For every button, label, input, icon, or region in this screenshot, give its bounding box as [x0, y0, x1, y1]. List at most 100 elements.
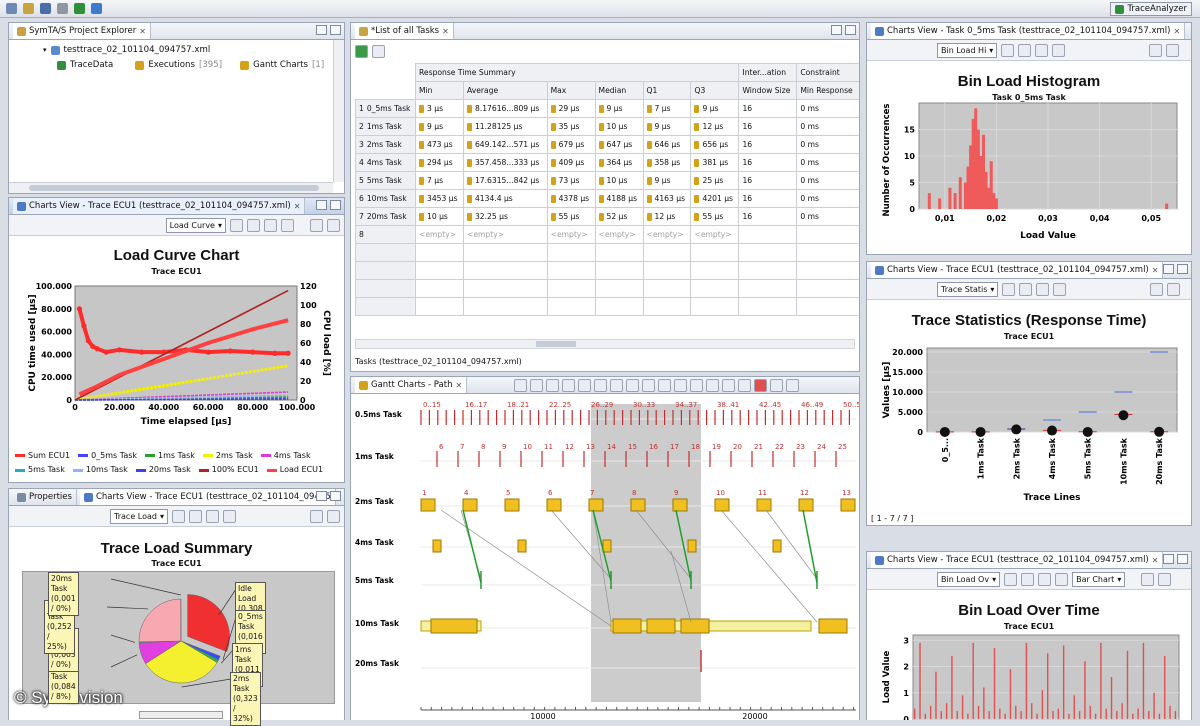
minimize-icon[interactable] — [831, 25, 842, 35]
table-cell[interactable]: 10 µs — [416, 208, 464, 226]
table-cell[interactable]: <empty> — [643, 226, 691, 244]
job-bar[interactable] — [463, 499, 477, 511]
column-header[interactable]: Average — [463, 82, 547, 100]
tree-item[interactable]: Gantt Charts[1] — [226, 58, 324, 73]
legend-item[interactable]: 10ms Task — [73, 463, 128, 477]
minimize-icon[interactable] — [1163, 554, 1174, 564]
job-bar[interactable] — [589, 499, 603, 511]
close-icon[interactable]: ✕ — [1152, 556, 1159, 565]
table-cell[interactable]: <empty> — [595, 226, 643, 244]
column-header[interactable]: Min Response — [797, 82, 860, 100]
tab-properties[interactable]: Properties — [13, 489, 77, 505]
refresh-icon[interactable] — [1004, 573, 1017, 586]
table-cell[interactable]: <empty> — [691, 226, 739, 244]
filter-icon[interactable] — [594, 379, 607, 392]
table-row[interactable]: 55ms Task7 µs17.6315...842 µs73 µs10 µs9… — [356, 172, 860, 190]
table-cell[interactable]: 646 µs — [643, 136, 691, 154]
cursor-icon[interactable] — [722, 379, 735, 392]
table-cell[interactable]: 25 µs — [691, 172, 739, 190]
table-row[interactable]: 44ms Task294 µs357.458...333 µs409 µs364… — [356, 154, 860, 172]
pin-icon[interactable] — [1158, 573, 1171, 586]
chart-type-select[interactable]: Load Curve▾ — [166, 218, 226, 233]
clear-icon[interactable] — [770, 379, 783, 392]
table-cell[interactable]: 11.28125 µs — [463, 118, 547, 136]
job-bar[interactable] — [688, 540, 696, 552]
table-row[interactable]: 720ms Task10 µs32.25 µs55 µs52 µs12 µs55… — [356, 208, 860, 226]
column-header[interactable]: Max — [547, 82, 595, 100]
pin-icon[interactable] — [327, 219, 340, 232]
tree-item[interactable]: TraceData — [43, 58, 117, 73]
new-icon[interactable] — [6, 3, 17, 14]
zoom-out-icon[interactable] — [626, 379, 639, 392]
vertical-scrollbar[interactable] — [333, 40, 344, 182]
horizontal-scrollbar[interactable] — [139, 711, 223, 719]
table-cell[interactable]: 8.17616...809 µs — [463, 100, 547, 118]
pie-slice[interactable] — [188, 594, 230, 651]
refresh-icon[interactable] — [230, 219, 243, 232]
job-bar[interactable] — [518, 540, 526, 552]
tree-item[interactable]: Executions[395] — [121, 58, 222, 73]
maximize-icon[interactable] — [330, 200, 341, 210]
export-icon[interactable] — [74, 3, 85, 14]
path-icon[interactable] — [562, 379, 575, 392]
minimize-icon[interactable] — [316, 491, 327, 501]
table-cell[interactable]: 12 µs — [643, 208, 691, 226]
table-cell[interactable]: 16 — [739, 136, 797, 154]
close-icon[interactable]: ✕ — [294, 202, 301, 211]
minimize-icon[interactable] — [316, 25, 327, 35]
tab-tasks-footer[interactable]: Tasks (testtrace_02_101104_094757.xml) — [355, 357, 522, 366]
tab-bin-time[interactable]: Charts View - Trace ECU1 (testtrace_02_1… — [871, 552, 1163, 568]
job-bar[interactable] — [647, 619, 675, 633]
column-header[interactable]: Median — [595, 82, 643, 100]
job-bar[interactable] — [505, 499, 519, 511]
table-cell[interactable]: 3 µs — [416, 100, 464, 118]
table-cell[interactable]: 9 µs — [595, 100, 643, 118]
collapse-icon[interactable]: ▾ — [43, 46, 47, 54]
refresh-icon[interactable] — [546, 379, 559, 392]
table-row[interactable]: 10_5ms Task3 µs8.17616...809 µs29 µs9 µs… — [356, 100, 860, 118]
table-cell[interactable]: 10 µs — [595, 172, 643, 190]
legend-item[interactable]: 4ms Task — [261, 449, 311, 463]
zoom-fit-icon[interactable] — [642, 379, 655, 392]
close-icon[interactable]: ✕ — [442, 27, 449, 36]
table-icon[interactable] — [1021, 573, 1034, 586]
job-bar[interactable] — [799, 499, 813, 511]
table-cell[interactable]: 9 µs — [643, 118, 691, 136]
table-cell[interactable]: 16 — [739, 190, 797, 208]
table-icon[interactable] — [514, 379, 527, 392]
column-header[interactable]: Q3 — [691, 82, 739, 100]
table-cell[interactable]: 52 µs — [595, 208, 643, 226]
table-cell[interactable]: <empty> — [416, 226, 464, 244]
table-cell[interactable]: <empty> — [547, 226, 595, 244]
job-bar[interactable] — [547, 499, 561, 511]
table-cell[interactable]: 7 µs — [416, 172, 464, 190]
grid-icon[interactable] — [706, 379, 719, 392]
close-icon[interactable]: ✕ — [1173, 27, 1180, 36]
table-row[interactable]: 8<empty><empty><empty><empty><empty><emp… — [356, 226, 860, 244]
job-bar[interactable] — [715, 499, 729, 511]
measure-icon[interactable] — [674, 379, 687, 392]
table-cell[interactable]: 647 µs — [595, 136, 643, 154]
table-cell[interactable]: 0 ms — [797, 208, 860, 226]
table-cell[interactable]: 0 ms — [797, 190, 860, 208]
table-cell[interactable]: 357.458...333 µs — [463, 154, 547, 172]
table-cell[interactable]: 0 ms — [797, 118, 860, 136]
table-row[interactable]: 32ms Task473 µs649.142...571 µs679 µs647… — [356, 136, 860, 154]
table-icon[interactable] — [189, 510, 202, 523]
job-bar[interactable] — [421, 499, 435, 511]
table-cell[interactable]: 649.142...571 µs — [463, 136, 547, 154]
table-cell[interactable]: 4201 µs — [691, 190, 739, 208]
maximize-icon[interactable] — [1177, 554, 1188, 564]
table-cell[interactable]: 364 µs — [595, 154, 643, 172]
delete-icon[interactable] — [754, 379, 767, 392]
legend-item[interactable]: Load ECU1 — [267, 463, 323, 477]
table-cell[interactable]: 35 µs — [547, 118, 595, 136]
table-cell[interactable]: 3453 µs — [416, 190, 464, 208]
maximize-icon[interactable] — [330, 25, 341, 35]
marker-icon[interactable] — [690, 379, 703, 392]
camera-icon[interactable] — [310, 219, 323, 232]
table-icon[interactable] — [247, 219, 260, 232]
tab-bin-histogram[interactable]: Charts View - Task 0_5ms Task (testtrace… — [871, 23, 1185, 39]
refresh-icon[interactable] — [1001, 44, 1014, 57]
legend-item[interactable]: Sum ECU1 — [15, 449, 70, 463]
